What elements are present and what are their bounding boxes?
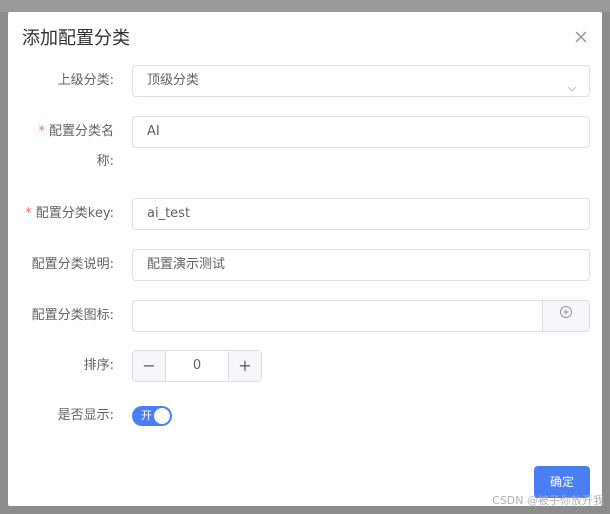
sort-value-input[interactable]: 0 [166,351,228,381]
sort-increase-button[interactable]: + [228,351,261,381]
category-key-label-text: 配置分类key: [35,206,114,221]
parent-category-label: 上级分类: [57,73,114,88]
switch-on-text: 开 [141,409,152,422]
category-icon-label: 配置分类图标: [31,308,114,323]
required-mark: * [38,124,45,139]
parent-category-select[interactable]: 顶级分类 [132,65,590,97]
category-key-label: * 配置分类key: [4,204,114,224]
watermark: CSDN @被子你放开我 [492,494,604,507]
category-icon-input[interactable] [132,300,590,332]
chevron-down-icon [567,76,577,92]
show-label: 是否显示: [57,408,114,423]
dialog-title: 添加配置分类 [22,28,130,49]
category-name-label-line2: 称: [96,154,114,169]
sort-decrease-button[interactable]: − [133,351,166,381]
close-icon[interactable] [574,29,588,43]
category-name-input[interactable]: AI [132,116,590,148]
add-config-category-dialog: 添加配置分类 上级分类: 顶级分类 * 配置分类名 称: AI * 配置分类key:… [8,12,602,506]
category-key-input[interactable]: ai_test [132,198,590,230]
show-toggle-switch[interactable]: 开 [132,406,172,426]
required-mark: * [25,206,32,221]
category-name-label-line1: 配置分类名 [48,124,114,139]
background-strip [0,0,610,12]
category-name-label: * 配置分类名 [4,122,114,142]
parent-category-value: 顶级分类 [147,73,200,88]
category-description-input[interactable]: 配置演示测试 [132,249,590,281]
switch-knob [154,408,170,424]
sort-stepper: − 0 + [132,350,262,382]
circle-plus-icon [559,301,573,331]
icon-picker-button[interactable] [542,301,589,331]
sort-label: 排序: [83,358,114,373]
category-description-label: 配置分类说明: [31,257,114,272]
